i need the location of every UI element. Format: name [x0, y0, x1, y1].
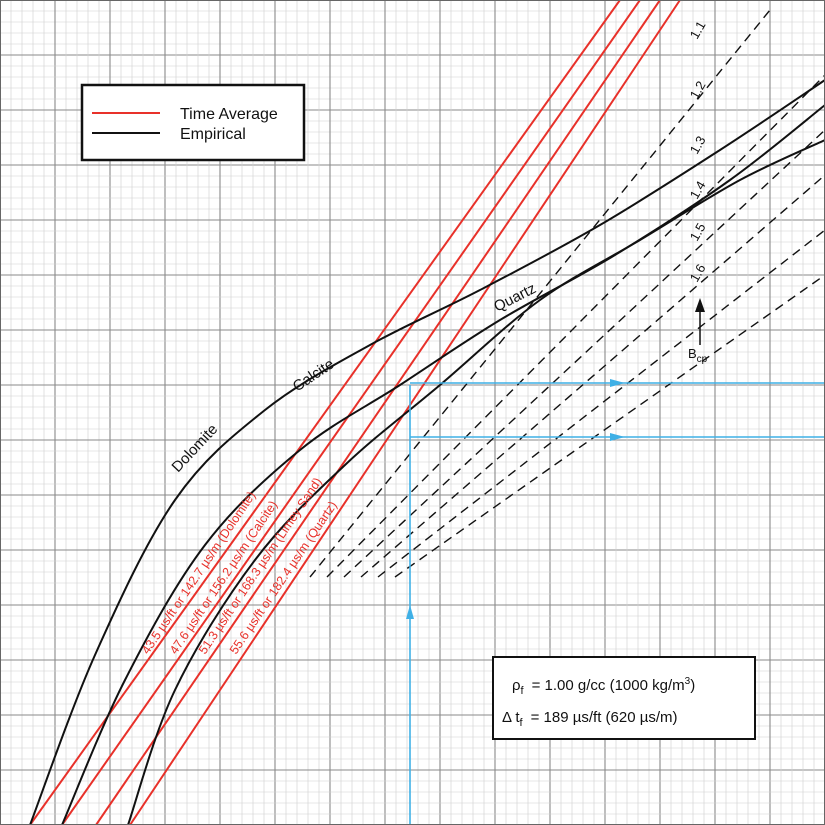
legend-label-time-average: Time Average: [180, 106, 278, 123]
fluid-density-tail: ): [690, 677, 695, 694]
bcp-axis-label-main: B: [688, 346, 697, 361]
bcp-axis-label-sub: cp: [697, 354, 708, 365]
crossplot-chart: 1.11.21.31.41.51.6 DolomiteCalciteQuartz…: [0, 0, 825, 825]
fluid-transit-time-value: = 189 µs/ft (620 µs/m): [531, 709, 678, 726]
fluid-density-value: = 1.00 g/cc (1000 kg/m: [532, 677, 685, 694]
legend: Time Average Empirical: [80, 83, 306, 162]
legend-label-empirical: Empirical: [180, 126, 246, 143]
fluid-density-line: ρf = 1.00 g/cc (1000 kg/m3): [512, 676, 695, 697]
fluid-box-frame: [492, 656, 756, 740]
delta-t-symbol: Δ t: [502, 709, 520, 726]
fluid-parameters-box: ρf = 1.00 g/cc (1000 kg/m3) Δ tf = 189 µs/…: [492, 656, 756, 740]
rho-symbol: ρ: [512, 677, 521, 694]
